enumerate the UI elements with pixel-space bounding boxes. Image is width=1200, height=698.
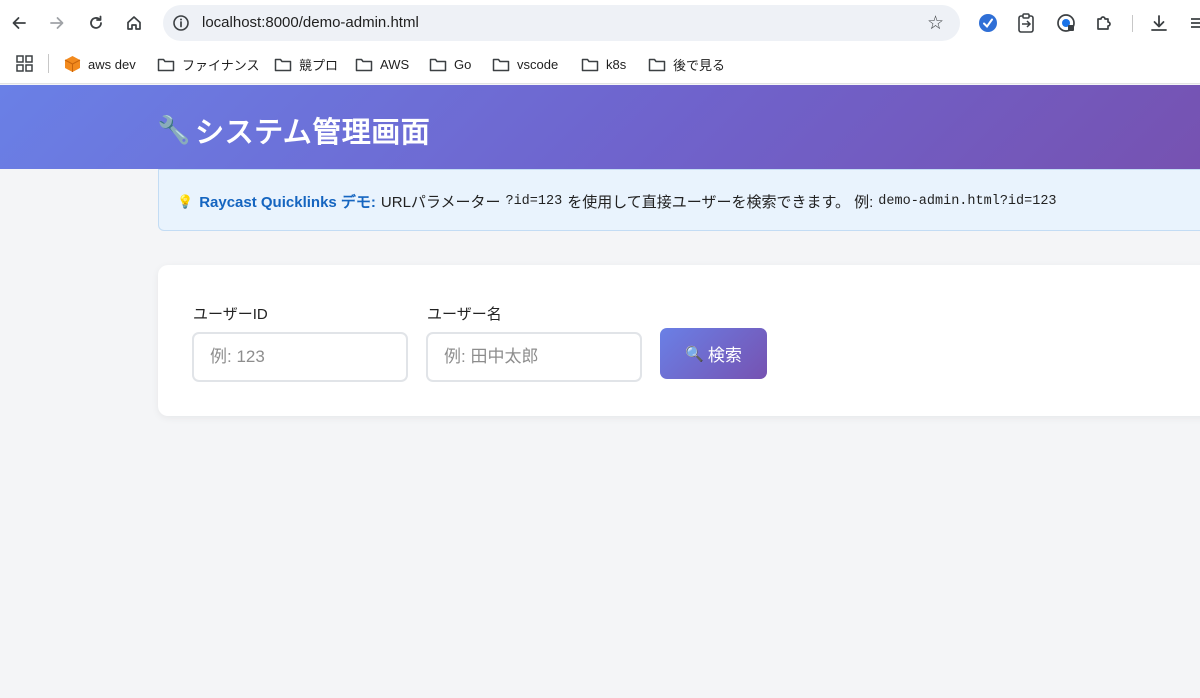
address-bar[interactable]: localhost:8000/demo-admin.html ☆ <box>163 5 960 41</box>
page-title: 🔧 システム管理画面 <box>157 109 430 151</box>
bookmark-read-later[interactable]: 後で見る <box>648 54 725 74</box>
user-id-label: ユーザーID <box>193 306 268 323</box>
apps-grid-icon[interactable] <box>16 55 33 72</box>
wrench-icon: 🔧 <box>157 115 192 145</box>
search-button-label: 検索 <box>707 346 742 365</box>
bookmark-finance[interactable]: ファイナンス <box>157 54 259 74</box>
arrow-left-icon <box>12 17 26 29</box>
bookmarks-bar: aws dev ファイナンス 競プロ AWS Go vscode k8s 後で見… <box>0 46 1200 84</box>
home-icon <box>127 16 141 30</box>
password-manager-icon[interactable] <box>1055 12 1077 34</box>
notice-param: ?id=123 <box>505 194 563 209</box>
arrow-right-icon <box>50 17 64 29</box>
folder-icon <box>355 58 373 71</box>
folder-icon <box>274 58 292 71</box>
page-header: 🔧 システム管理画面 <box>0 85 1200 169</box>
menu-icon[interactable] <box>1185 12 1200 34</box>
folder-icon <box>157 58 175 71</box>
notice-text-1: URLパラメーター <box>380 194 501 211</box>
url-text[interactable]: localhost:8000/demo-admin.html <box>202 14 419 31</box>
folder-icon <box>429 58 447 71</box>
home-button[interactable] <box>121 10 147 36</box>
browser-toolbar: localhost:8000/demo-admin.html ☆ <box>0 0 1200 46</box>
bookmark-k8s[interactable]: k8s <box>581 54 626 74</box>
toolbar-divider <box>1132 15 1133 32</box>
notice-text-2: を使用して直接ユーザーを検索できます。 例: <box>567 194 874 211</box>
magnifier-icon: 🔍 <box>685 345 704 363</box>
notice-text: 💡 Raycast Quicklinks デモ: URLパラメーター ?id=1… <box>177 191 1062 212</box>
user-name-input[interactable] <box>426 332 642 382</box>
back-button[interactable] <box>6 10 32 36</box>
bookmark-star-icon[interactable]: ☆ <box>927 12 944 35</box>
search-button[interactable]: 🔍 検索 <box>660 328 767 379</box>
notice-strong: Raycast Quicklinks デモ: <box>199 194 376 211</box>
download-icon[interactable] <box>1148 12 1170 34</box>
lightbulb-icon: 💡 <box>177 193 194 209</box>
bookmark-aws[interactable]: AWS <box>355 54 409 74</box>
folder-icon <box>648 58 666 71</box>
bookmark-go[interactable]: Go <box>429 54 471 74</box>
extensions-puzzle-icon[interactable] <box>1093 12 1115 34</box>
bookmark-aws-dev[interactable]: aws dev <box>64 54 136 74</box>
reload-icon <box>90 15 102 29</box>
user-id-input[interactable] <box>192 332 408 382</box>
clipboard-icon[interactable] <box>1015 12 1037 34</box>
bookmark-kyopro[interactable]: 競プロ <box>274 54 338 74</box>
folder-icon <box>492 58 510 71</box>
site-info-icon[interactable] <box>172 14 190 32</box>
quicklinks-notice: 💡 Raycast Quicklinks デモ: URLパラメーター ?id=1… <box>158 169 1200 231</box>
forward-button[interactable] <box>44 10 70 36</box>
notice-example: demo-admin.html?id=123 <box>878 194 1057 209</box>
page-title-text: システム管理画面 <box>195 117 431 149</box>
bookmark-vscode[interactable]: vscode <box>492 54 558 74</box>
user-name-label: ユーザー名 <box>427 306 502 323</box>
reload-button[interactable] <box>83 10 109 36</box>
search-card: ユーザーID ユーザー名 🔍 検索 <box>158 265 1200 416</box>
folder-icon <box>581 58 599 71</box>
extension-check-icon[interactable] <box>977 12 999 34</box>
aws-cube-icon <box>64 56 81 72</box>
bookmarks-divider <box>48 54 49 73</box>
